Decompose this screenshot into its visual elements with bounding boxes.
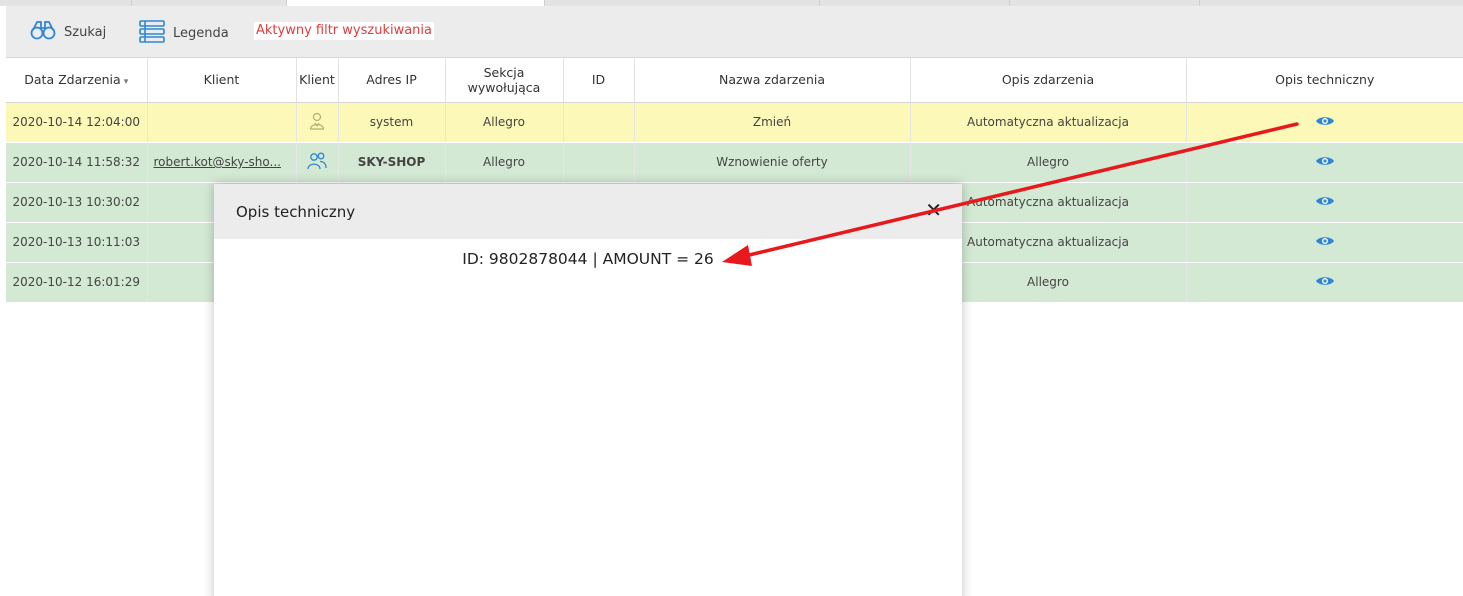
cell-ip: system bbox=[338, 102, 446, 143]
modal-body: ID: 9802878044 | AMOUNT = 26 bbox=[224, 239, 952, 596]
table-row[interactable]: 2020-10-14 12:04:00 system Allegro Zmień bbox=[6, 102, 1463, 143]
column-header-date[interactable]: Data Zdarzenia ▾ bbox=[6, 58, 148, 103]
toolbar: Szukaj Legenda Aktywny filtr wyszukiwani… bbox=[6, 6, 1463, 58]
cell-section: Allegro bbox=[445, 142, 564, 183]
cell-ip: SKY-SHOP bbox=[338, 142, 446, 183]
modal-header: Opis techniczny ✕ bbox=[214, 184, 962, 239]
cell-client: robert.kot@sky-sho... bbox=[147, 142, 297, 183]
cell-date: 2020-10-13 10:11:03 bbox=[6, 222, 148, 263]
cell-event-desc: Allegro bbox=[910, 142, 1187, 183]
cell-id bbox=[563, 102, 635, 143]
cell-section: Allegro bbox=[445, 102, 564, 143]
binoculars-icon bbox=[30, 19, 56, 45]
active-filter-link[interactable]: Aktywny filtr wyszukiwania bbox=[254, 22, 435, 40]
client-link[interactable]: robert.kot@sky-sho... bbox=[154, 155, 281, 169]
eye-icon[interactable] bbox=[1315, 115, 1335, 130]
legend-label: Legenda bbox=[173, 25, 229, 41]
cell-tech-desc bbox=[1186, 182, 1463, 223]
search-label: Szukaj bbox=[64, 24, 107, 40]
cell-event-name: Zmień bbox=[634, 102, 911, 143]
search-button[interactable]: Szukaj bbox=[30, 19, 106, 45]
cell-event-name: Wznowienie oferty bbox=[634, 142, 911, 183]
legend-button[interactable]: Legenda bbox=[139, 19, 229, 47]
eye-icon[interactable] bbox=[1315, 275, 1335, 290]
cell-date: 2020-10-13 10:30:02 bbox=[6, 182, 148, 223]
eye-icon[interactable] bbox=[1315, 235, 1335, 250]
column-header-client[interactable]: Klient bbox=[147, 58, 297, 103]
column-header-label: Data Zdarzenia bbox=[24, 72, 121, 88]
modal-title: Opis techniczny bbox=[236, 203, 356, 221]
cell-tech-desc bbox=[1186, 142, 1463, 183]
column-header-event-desc[interactable]: Opis zdarzenia bbox=[910, 58, 1187, 103]
cell-date: 2020-10-14 12:04:00 bbox=[6, 102, 148, 143]
cell-tech-desc bbox=[1186, 222, 1463, 263]
cell-id bbox=[563, 142, 635, 183]
cell-tech-desc bbox=[1186, 262, 1463, 303]
table-row[interactable]: 2020-10-14 11:58:32 robert.kot@sky-sho..… bbox=[6, 142, 1463, 183]
person-icon bbox=[309, 112, 325, 133]
column-header-tech-desc[interactable]: Opis techniczny bbox=[1186, 58, 1463, 103]
eye-icon[interactable] bbox=[1315, 195, 1335, 210]
cell-date: 2020-10-12 16:01:29 bbox=[6, 262, 148, 303]
column-header-id[interactable]: ID bbox=[563, 58, 635, 103]
list-icon bbox=[139, 19, 165, 47]
cell-client-type bbox=[296, 102, 339, 143]
technical-description-text: ID: 9802878044 | AMOUNT = 26 bbox=[462, 250, 714, 268]
group-icon bbox=[307, 152, 327, 173]
sort-caret-icon: ▾ bbox=[123, 77, 129, 88]
column-header-ip[interactable]: Adres IP bbox=[338, 58, 446, 103]
close-icon[interactable]: ✕ bbox=[925, 200, 942, 220]
cell-client-type bbox=[296, 142, 339, 183]
page: Szukaj Legenda Aktywny filtr wyszukiwani… bbox=[0, 0, 1463, 596]
cell-client bbox=[147, 102, 297, 143]
cell-event-desc: Automatyczna aktualizacja bbox=[910, 102, 1187, 143]
cell-date: 2020-10-14 11:58:32 bbox=[6, 142, 148, 183]
table-header-row: Data Zdarzenia ▾ Klient Klient Adres IP S… bbox=[6, 58, 1463, 103]
cell-tech-desc bbox=[1186, 102, 1463, 143]
column-header-client-type[interactable]: Klient bbox=[296, 58, 339, 103]
column-header-section[interactable]: Sekcja wywołująca bbox=[445, 58, 564, 103]
eye-icon[interactable] bbox=[1315, 155, 1335, 170]
column-header-event-name[interactable]: Nazwa zdarzenia bbox=[634, 58, 911, 103]
